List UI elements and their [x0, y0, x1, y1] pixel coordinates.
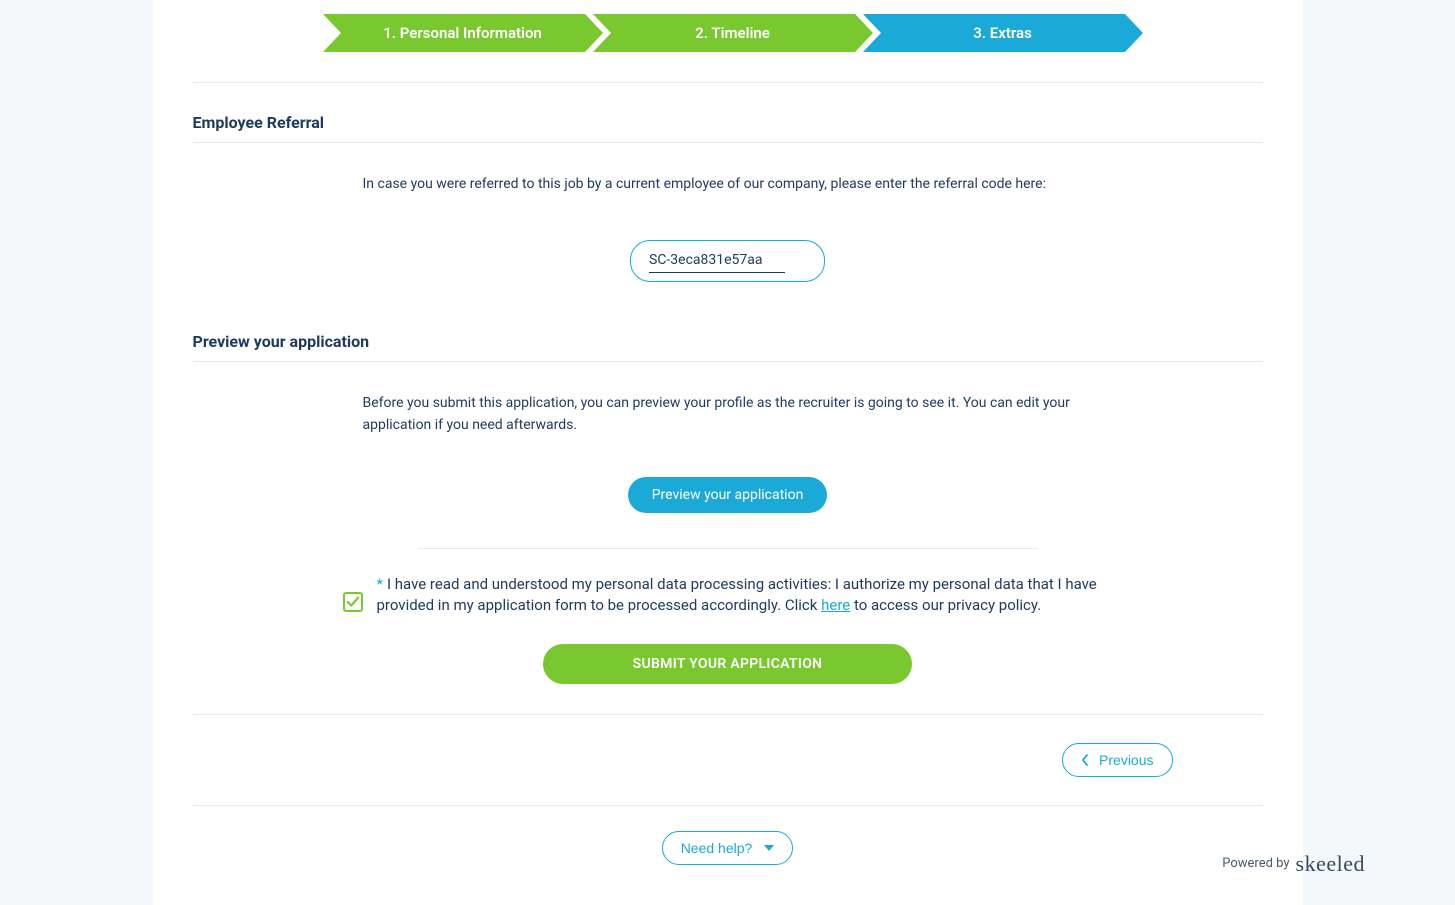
- preview-application-button[interactable]: Preview your application: [628, 477, 828, 513]
- step-label: 1. Personal Information: [383, 24, 542, 42]
- check-icon: [346, 595, 360, 609]
- submit-row: SUBMIT YOUR APPLICATION: [193, 644, 1263, 684]
- previous-label: Previous: [1099, 752, 1153, 768]
- step-label: 2. Timeline: [695, 24, 770, 42]
- brand-logo[interactable]: skeeled: [1296, 851, 1365, 877]
- consent-text: *I have read and understood my personal …: [377, 574, 1113, 616]
- privacy-link[interactable]: here: [821, 596, 850, 614]
- section-title-preview: Preview your application: [193, 332, 1263, 362]
- consent-suffix: to access our privacy policy.: [850, 596, 1041, 614]
- stepper: 1. Personal Information 2. Timeline 3. E…: [193, 0, 1263, 83]
- powered-by-label: Powered by: [1222, 856, 1289, 871]
- submit-application-button[interactable]: SUBMIT YOUR APPLICATION: [543, 644, 913, 684]
- section-body-referral: In case you were referred to this job by…: [193, 173, 1263, 322]
- consent-row: *I have read and understood my personal …: [193, 574, 1263, 616]
- previous-button[interactable]: Previous: [1062, 743, 1172, 777]
- step-extras[interactable]: 3. Extras: [863, 14, 1143, 52]
- caret-down-icon: [764, 845, 774, 851]
- nav-row: Previous: [193, 714, 1263, 806]
- preview-intro: Before you submit this application, you …: [363, 392, 1093, 437]
- consent-checkbox[interactable]: [343, 592, 363, 612]
- referral-code-value: SC-3eca831e57aa: [649, 249, 785, 272]
- step-timeline[interactable]: 2. Timeline: [593, 14, 873, 52]
- step-label: 3. Extras: [973, 24, 1032, 42]
- need-help-button[interactable]: Need help?: [662, 831, 794, 865]
- footer-powered-by: Powered by skeeled: [1222, 851, 1365, 877]
- referral-intro: In case you were referred to this job by…: [363, 173, 1093, 195]
- application-card: 1. Personal Information 2. Timeline 3. E…: [153, 0, 1303, 905]
- referral-code-input[interactable]: SC-3eca831e57aa: [630, 240, 825, 281]
- help-row: Need help?: [193, 806, 1263, 865]
- section-title-referral: Employee Referral: [193, 113, 1263, 143]
- chevron-left-icon: [1081, 754, 1089, 766]
- help-label: Need help?: [681, 840, 753, 856]
- divider: [418, 548, 1038, 549]
- section-body-preview: Before you submit this application, you …: [193, 392, 1263, 549]
- step-personal-info[interactable]: 1. Personal Information: [323, 14, 603, 52]
- required-star: *: [377, 575, 383, 593]
